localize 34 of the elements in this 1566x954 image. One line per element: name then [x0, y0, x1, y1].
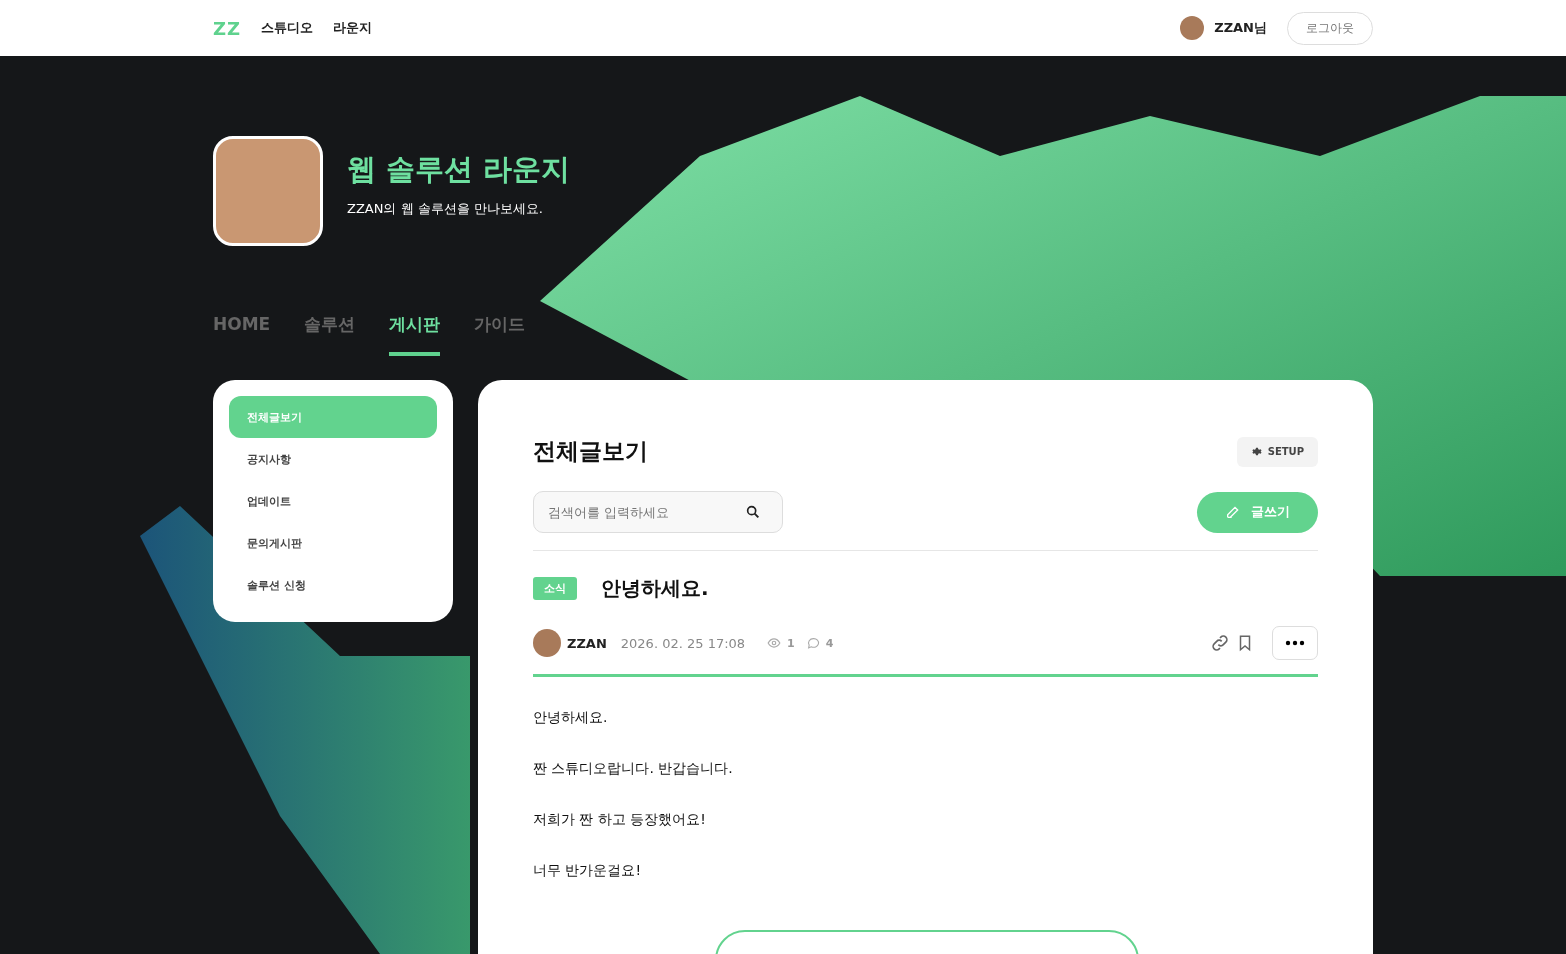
post-paragraph: 저희가 짠 하고 등장했어요!	[533, 810, 707, 829]
view-count: 1	[787, 636, 795, 650]
logout-button[interactable]: 로그아웃	[1287, 11, 1373, 45]
avatar	[1180, 16, 1205, 40]
post-date: 2026. 02. 25 17:08	[620, 635, 746, 651]
author-name: ZZAN	[567, 635, 607, 651]
search-icon[interactable]	[745, 504, 761, 520]
author-avatar	[533, 629, 561, 657]
hero-subtitle: ZZAN의 웹 솔루션을 만나보세요.	[347, 200, 544, 218]
category-tag: 소식	[533, 577, 577, 600]
sidebar-item[interactable]: 업데이트	[229, 480, 437, 522]
board-title: 전체글보기	[533, 437, 648, 466]
nav-link[interactable]: 스튜디오	[261, 19, 314, 37]
sidebar-item[interactable]: 문의게시판	[229, 522, 437, 564]
settings-icon	[1250, 446, 1262, 457]
search-field[interactable]: 검색어를 입력하세요	[533, 491, 783, 533]
eye-icon	[767, 636, 782, 650]
post-paragraph: 안녕하세요.	[533, 708, 609, 727]
setup-button[interactable]: SETUP	[1236, 436, 1318, 467]
more-button[interactable]	[1272, 626, 1318, 660]
post-title: 안녕하세요.	[601, 575, 709, 602]
tab[interactable]: 게시판	[389, 312, 441, 356]
pencil-icon	[1225, 504, 1241, 520]
link-icon[interactable]	[1210, 633, 1230, 653]
user-name: ZZAN님	[1214, 19, 1267, 37]
nav-link[interactable]: 라운지	[333, 19, 373, 37]
comment-icon	[806, 636, 820, 650]
more-icon	[1285, 640, 1305, 646]
hero-title: 웹 솔루션 라운지	[347, 151, 571, 188]
post-paragraph: 짠 스튜디오랍니다. 반갑습니다.	[533, 759, 734, 778]
post-paragraph: 너무 반가운걸요!	[533, 861, 643, 880]
sidebar-item[interactable]: 공지사항	[229, 438, 437, 480]
sidebar-item[interactable]: 솔루션 신청	[229, 564, 437, 606]
comment-count: 4	[825, 636, 834, 650]
